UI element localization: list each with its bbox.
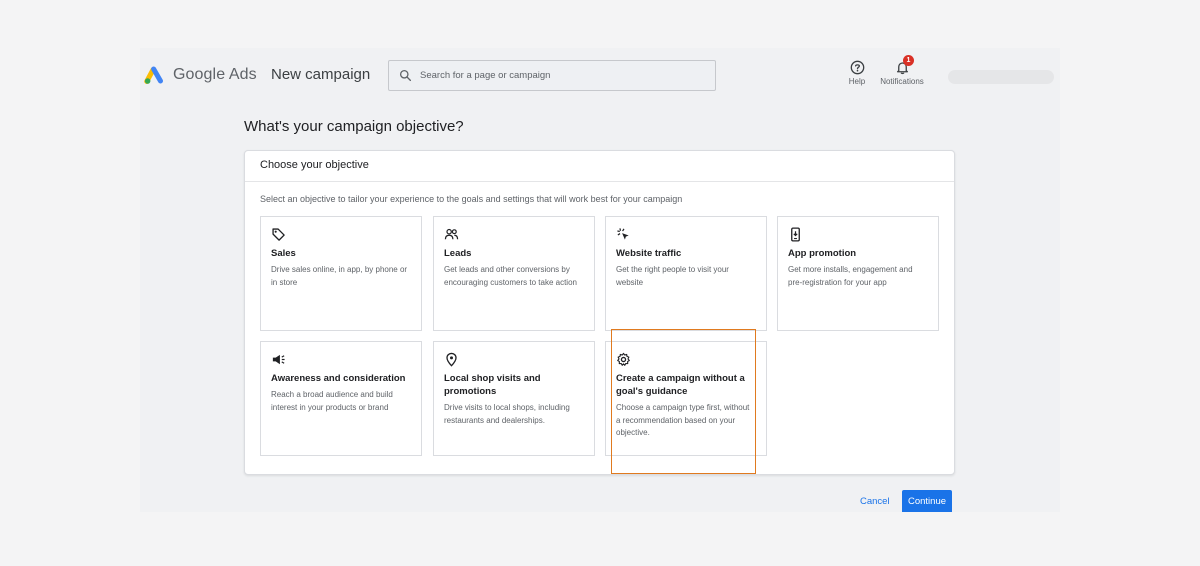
objective-title: Local shop visits and promotions	[444, 373, 541, 397]
continue-button[interactable]: Continue	[902, 490, 952, 512]
megaphone-icon	[272, 354, 285, 365]
phone-icon	[791, 227, 800, 242]
objective-card-app-promotion[interactable]: App promotion Get more installs, engagem…	[777, 216, 939, 331]
help-icon	[850, 60, 864, 74]
objective-title: Create a campaign without a goal's guida…	[616, 373, 745, 397]
objective-heading: What's your campaign objective?	[244, 118, 464, 135]
google-ads-logo[interactable]: Google Ads	[144, 64, 257, 86]
objective-card-leads[interactable]: Leads Get leads and other conversions by…	[433, 216, 595, 331]
google-ads-logo-icon	[144, 66, 164, 84]
objective-description: Get more installs, engagement and pre-re…	[788, 265, 913, 287]
objective-card-website-traffic[interactable]: Website traffic Get the right people to …	[605, 216, 767, 331]
top-bar: Google Ads New campaign Help	[140, 48, 1060, 104]
panel-title: Choose your objective	[245, 151, 954, 182]
cancel-button[interactable]: Cancel	[860, 496, 890, 507]
panel-description: Select an objective to tailor your exper…	[260, 194, 683, 204]
objective-description: Reach a broad audience and build interes…	[271, 390, 393, 412]
notifications-button[interactable]: 1 Notifications	[877, 55, 927, 86]
objective-description: Get the right people to visit your websi…	[616, 265, 729, 287]
objective-title: Sales	[271, 248, 296, 259]
help-button[interactable]: Help	[845, 59, 869, 86]
notification-badge: 1	[903, 55, 914, 66]
objective-title: App promotion	[788, 248, 857, 259]
objective-card-no-goal-guidance[interactable]: Create a campaign without a goal's guida…	[605, 341, 767, 456]
location-pin-icon	[446, 352, 457, 367]
gear-icon	[617, 352, 630, 366]
app-window: Google Ads New campaign Help	[140, 48, 1060, 512]
search-box[interactable]	[388, 60, 716, 91]
objective-description: Drive visits to local shops, including r…	[444, 403, 570, 425]
page-title: New campaign	[271, 66, 371, 83]
objective-description: Choose a campaign type first, without a …	[616, 403, 750, 437]
objective-title: Website traffic	[616, 248, 682, 259]
help-label: Help	[848, 77, 866, 86]
objective-title: Leads	[444, 248, 472, 259]
brand-name: Google Ads	[173, 66, 257, 83]
people-icon	[444, 228, 459, 240]
objective-description: Drive sales online, in app, by phone or …	[271, 265, 408, 287]
search-icon	[399, 69, 412, 82]
objective-panel: Choose your objective Select an objectiv…	[244, 150, 955, 475]
account-info[interactable]	[948, 70, 1054, 84]
objective-card-local-shop-visits[interactable]: Local shop visits and promotions Drive v…	[433, 341, 595, 456]
cursor-click-icon	[617, 228, 629, 240]
objective-card-awareness[interactable]: Awareness and consideration Reach a broa…	[260, 341, 422, 456]
tag-icon	[272, 228, 285, 241]
search-input[interactable]	[420, 70, 700, 81]
objective-description: Get leads and other conversions by encou…	[444, 265, 577, 287]
notifications-label: Notifications	[880, 77, 924, 86]
objective-title: Awareness and consideration	[271, 373, 406, 384]
objective-card-sales[interactable]: Sales Drive sales online, in app, by pho…	[260, 216, 422, 331]
